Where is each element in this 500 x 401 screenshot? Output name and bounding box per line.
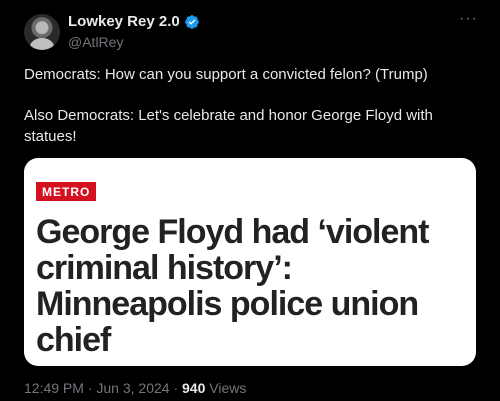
views-count[interactable]: 940 bbox=[182, 380, 205, 396]
verified-badge-icon bbox=[184, 14, 199, 29]
tweet-time[interactable]: 12:49 PM bbox=[24, 380, 84, 396]
tweet-text-line-2: Also Democrats: Let's celebrate and hono… bbox=[24, 107, 433, 145]
meta-separator: · bbox=[173, 380, 179, 396]
author-name[interactable]: Lowkey Rey 2.0 bbox=[68, 13, 200, 30]
author-handle[interactable]: @AtlRey bbox=[68, 34, 123, 50]
tweet: Lowkey Rey 2.0 @AtlRey ··· Democrats: Ho… bbox=[0, 0, 500, 401]
meta-separator: · bbox=[87, 380, 93, 396]
tweet-meta: 12:49 PM · Jun 3, 2024 · 940 Views bbox=[24, 380, 246, 396]
tweet-media-image[interactable]: METRO George Floyd had ‘violent criminal… bbox=[24, 158, 476, 366]
more-options-icon[interactable]: ··· bbox=[459, 11, 478, 27]
tweet-text-line-1: Democrats: How can you support a convict… bbox=[24, 66, 428, 83]
views-label: Views bbox=[209, 380, 247, 396]
metro-badge: METRO bbox=[36, 182, 97, 201]
avatar[interactable] bbox=[24, 14, 60, 50]
media-headline: George Floyd had ‘violent criminal histo… bbox=[36, 213, 430, 359]
tweet-text: Democrats: How can you support a convict… bbox=[24, 64, 480, 147]
author-name-text[interactable]: Lowkey Rey 2.0 bbox=[68, 13, 180, 30]
tweet-date[interactable]: Jun 3, 2024 bbox=[96, 380, 169, 396]
